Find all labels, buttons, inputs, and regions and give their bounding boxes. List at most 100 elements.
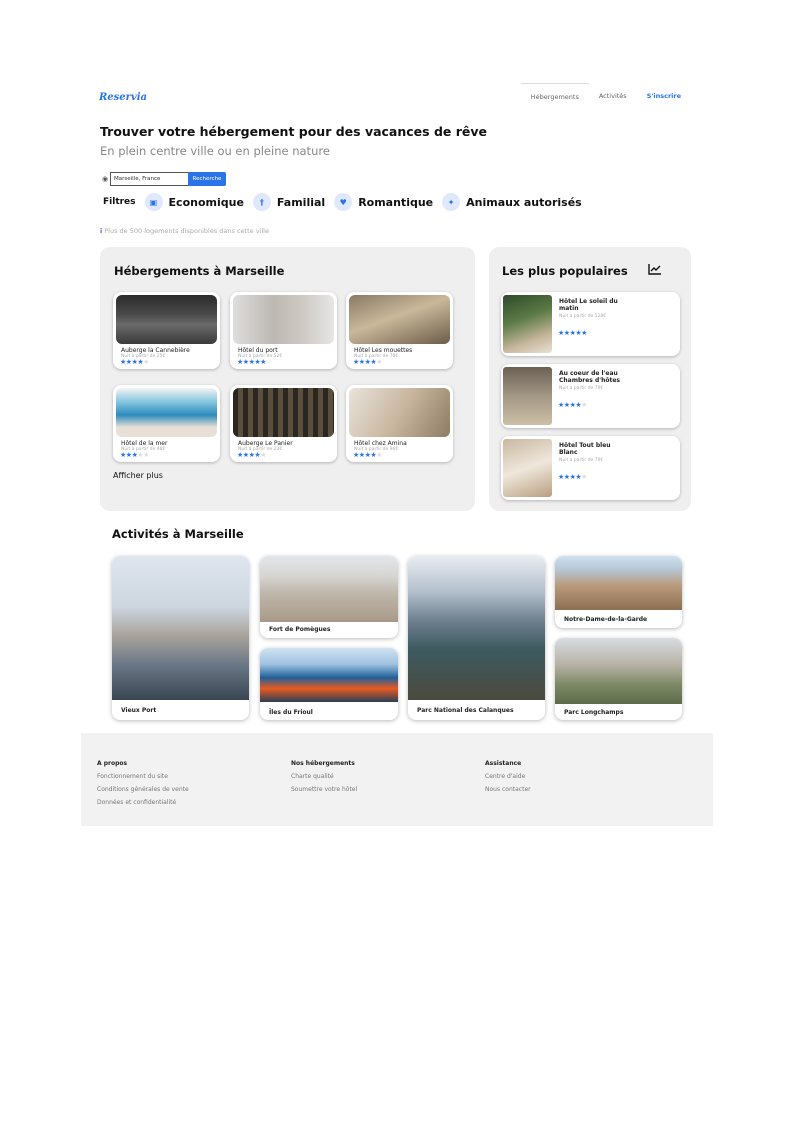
show-more-link[interactable]: Afficher plus <box>113 471 163 480</box>
search-bar: ◉ Recherche <box>100 172 226 186</box>
info-icon: i <box>100 227 103 235</box>
lodging-name: Auberge la Cannebière <box>121 347 190 354</box>
popular-name: Hôtel Le soleil du matin <box>559 298 618 312</box>
popular-image <box>503 439 552 497</box>
lodging-image <box>233 295 334 344</box>
search-input[interactable] <box>110 172 188 186</box>
lodging-name: Hôtel Les mouettes <box>354 347 413 354</box>
activity-image <box>260 648 398 702</box>
money-icon: ▣ <box>144 193 163 211</box>
dog-icon: ✦ <box>442 193 461 211</box>
activity-image <box>555 638 682 704</box>
rating-stars: ★★★★★ <box>558 402 587 409</box>
footer-link[interactable]: Soumettre votre hôtel <box>291 783 357 796</box>
filter-label: Familial <box>276 195 326 209</box>
footer-link[interactable]: Données et confidentialité <box>97 796 189 809</box>
popular-price: Nuit à partir de 70€ <box>559 386 604 391</box>
star-icon: ★ <box>581 473 587 481</box>
lodging-image <box>116 295 217 344</box>
nav-signup[interactable]: S'inscrire <box>637 92 691 100</box>
activity-label: Vieux Port <box>121 707 157 714</box>
activities-title: Activités à Marseille <box>112 527 244 541</box>
lodging-card[interactable]: Hôtel de la mer Nuit à partir de 46€ ★★★… <box>113 385 220 462</box>
activity-image <box>260 556 398 622</box>
filters-bar: Filtres ▣ Economique † Familial ♥ Romant… <box>103 193 582 211</box>
rating-stars: ★★★★★ <box>120 452 149 459</box>
popular-name: Hôtel Tout bleu Blanc <box>559 442 611 456</box>
activity-label: Fort de Pomègues <box>269 626 331 633</box>
lodging-image <box>116 388 217 437</box>
lodgings-title: Hébergements à Marseille <box>114 264 285 278</box>
lodging-card[interactable]: Auberge la Cannebière Nuit à partir de 2… <box>113 292 220 369</box>
popular-card[interactable]: Au coeur de l'eau Chambres d'hôtes Nuit … <box>501 364 680 428</box>
star-icon: ★ <box>260 451 266 459</box>
footer-link[interactable]: Charte qualité <box>291 770 357 783</box>
star-icon: ★ <box>376 451 382 459</box>
activity-card[interactable]: Parc National des Calanques <box>408 556 545 720</box>
lodging-name: Auberge Le Panier <box>238 440 293 447</box>
popular-price: Nuit à partir de 128€ <box>559 314 607 319</box>
footer-link[interactable]: Fonctionnement du site <box>97 770 189 783</box>
lodging-card[interactable]: Hôtel chez Amina Nuit à partir de 96€ ★★… <box>346 385 453 462</box>
footer-heading: Assistance <box>485 760 522 767</box>
location-pin-icon: ◉ <box>101 175 109 183</box>
header: Reservia Hébergements Activités S'inscri… <box>81 80 713 110</box>
lodging-card[interactable]: Hôtel du port Nuit à partir de 52€ ★★★★★ <box>230 292 337 369</box>
main-nav: Hébergements Activités S'inscrire <box>520 83 691 101</box>
page-title: Trouver votre hébergement pour des vacan… <box>100 124 487 139</box>
filter-animaux[interactable]: ✦ Animaux autorisés <box>442 193 582 211</box>
star-icon: ★ <box>581 329 587 337</box>
popular-price: Nuit à partir de 70€ <box>559 458 604 463</box>
rating-stars: ★★★★★ <box>237 359 266 366</box>
rating-stars: ★★★★★ <box>237 452 266 459</box>
family-icon: † <box>252 193 271 211</box>
trend-chart-icon <box>648 264 661 275</box>
lodging-card[interactable]: Auberge Le Panier Nuit à partir de 23€ ★… <box>230 385 337 462</box>
lodging-card[interactable]: Hôtel Les mouettes Nuit à partir de 76€ … <box>346 292 453 369</box>
filters-label: Filtres <box>103 197 136 207</box>
popular-image <box>503 367 552 425</box>
activity-label: Parc National des Calanques <box>417 707 514 714</box>
star-icon: ★ <box>581 401 587 409</box>
info-label: Plus de 500 logements disponibles dans c… <box>104 227 269 235</box>
activity-card[interactable]: Notre-Dame-de-la-Garde <box>555 556 682 628</box>
footer-link[interactable]: Nous contacter <box>485 783 531 796</box>
footer-heading: Nos hébergements <box>291 760 355 767</box>
rating-stars: ★★★★★ <box>353 359 382 366</box>
nav-hebergements[interactable]: Hébergements <box>520 83 589 101</box>
rating-stars: ★★★★★ <box>558 330 587 337</box>
popular-panel: Les plus populaires Hôtel Le soleil du m… <box>489 247 691 511</box>
activity-card[interactable]: Parc Longchamps <box>555 638 682 720</box>
activity-image <box>112 556 249 700</box>
activity-card[interactable]: Îles du Frioul <box>260 648 398 720</box>
star-icon: ★ <box>376 358 382 366</box>
nav-activites[interactable]: Activités <box>589 92 637 100</box>
popular-title: Les plus populaires <box>502 264 628 278</box>
activity-card[interactable]: Fort de Pomègues <box>260 556 398 638</box>
activity-label: Parc Longchamps <box>564 709 624 716</box>
star-icon: ★ <box>143 358 149 366</box>
filter-romantique[interactable]: ♥ Romantique <box>334 193 433 211</box>
rating-stars: ★★★★★ <box>120 359 149 366</box>
filter-economique[interactable]: ▣ Economique <box>144 193 244 211</box>
footer-link[interactable]: Conditions générales de vente <box>97 783 189 796</box>
search-button[interactable]: Recherche <box>188 172 226 186</box>
popular-name: Au coeur de l'eau Chambres d'hôtes <box>559 370 620 384</box>
popular-card[interactable]: Hôtel Tout bleu Blanc Nuit à partir de 7… <box>501 436 680 500</box>
star-icon: ★ <box>260 358 266 366</box>
lodging-image <box>349 388 450 437</box>
lodging-name: Hôtel de la mer <box>121 440 168 447</box>
lodging-name: Hôtel du port <box>238 347 278 354</box>
filter-familial[interactable]: † Familial <box>252 193 326 211</box>
activity-label: Îles du Frioul <box>269 709 313 716</box>
popular-card[interactable]: Hôtel Le soleil du matin Nuit à partir d… <box>501 292 680 356</box>
logo[interactable]: Reservia <box>99 92 147 103</box>
activity-card[interactable]: Vieux Port <box>112 556 249 720</box>
activity-image <box>408 556 545 700</box>
activity-image <box>555 556 682 610</box>
footer: A propos Fonctionnement du site Conditio… <box>81 733 713 826</box>
filter-label: Economique <box>168 195 244 209</box>
filter-label: Romantique <box>358 195 434 209</box>
filter-label: Animaux autorisés <box>466 195 582 209</box>
footer-link[interactable]: Centre d'aide <box>485 770 531 783</box>
